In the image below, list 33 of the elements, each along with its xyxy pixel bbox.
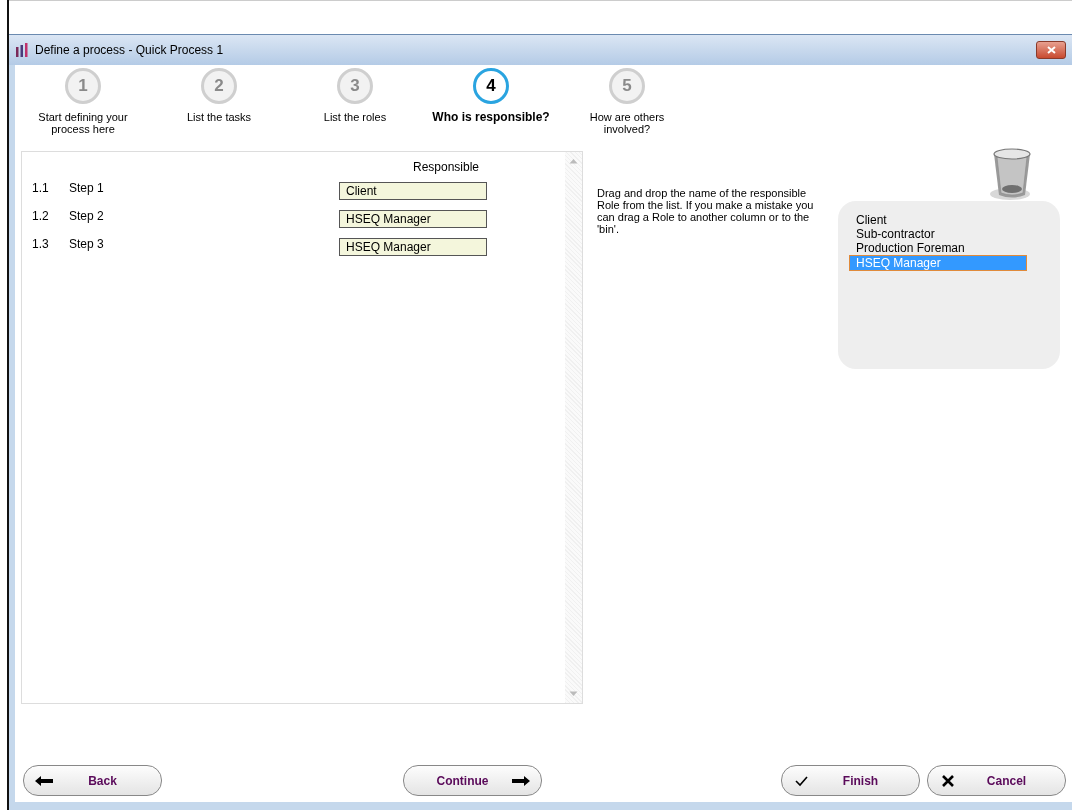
close-icon	[1046, 46, 1056, 54]
task-number: 1.1	[32, 181, 50, 195]
task-number: 1.3	[32, 237, 50, 251]
role-drop-field[interactable]: Client	[339, 182, 487, 200]
scroll-down-icon[interactable]	[569, 691, 578, 697]
back-button[interactable]: Back	[23, 765, 162, 796]
step-number[interactable]: 4	[473, 68, 509, 104]
step-label: Who is responsible?	[431, 111, 551, 123]
role-item[interactable]: Client	[850, 213, 1026, 227]
role-drop-field[interactable]: HSEQ Manager	[339, 210, 487, 228]
app-icon	[15, 43, 29, 57]
continue-button[interactable]: Continue	[403, 765, 542, 796]
task-name: Step 2	[69, 209, 105, 223]
left-arrow-icon	[34, 774, 54, 787]
task-name: Step 1	[69, 181, 105, 195]
role-drop-field[interactable]: HSEQ Manager	[339, 238, 487, 256]
scrollbar[interactable]	[565, 152, 582, 703]
task-name: Step 3	[69, 237, 105, 251]
finish-button[interactable]: Finish	[781, 765, 920, 796]
close-button[interactable]	[1036, 41, 1066, 59]
step-label: List the roles	[322, 111, 388, 123]
step-label: Start defining your process here	[37, 111, 129, 135]
instruction-text: Drag and drop the name of the responsible Role from the list. If you make a mistake you can drag a Role to another column or to the 'bin'.	[597, 187, 815, 237]
column-header: Responsible	[411, 160, 480, 174]
task-number: 1.2	[32, 209, 50, 223]
role-item[interactable]: Sub-contractor	[850, 227, 1026, 241]
window-title: Define a process - Quick Process 1	[35, 43, 224, 57]
step-label: How are others involved?	[588, 111, 666, 135]
right-arrow-icon	[511, 774, 531, 787]
step-label: List the tasks	[185, 111, 253, 123]
cancel-button[interactable]: Cancel	[927, 765, 1066, 796]
role-item[interactable]: Production Foreman	[850, 241, 1026, 255]
scroll-up-icon[interactable]	[569, 158, 578, 164]
